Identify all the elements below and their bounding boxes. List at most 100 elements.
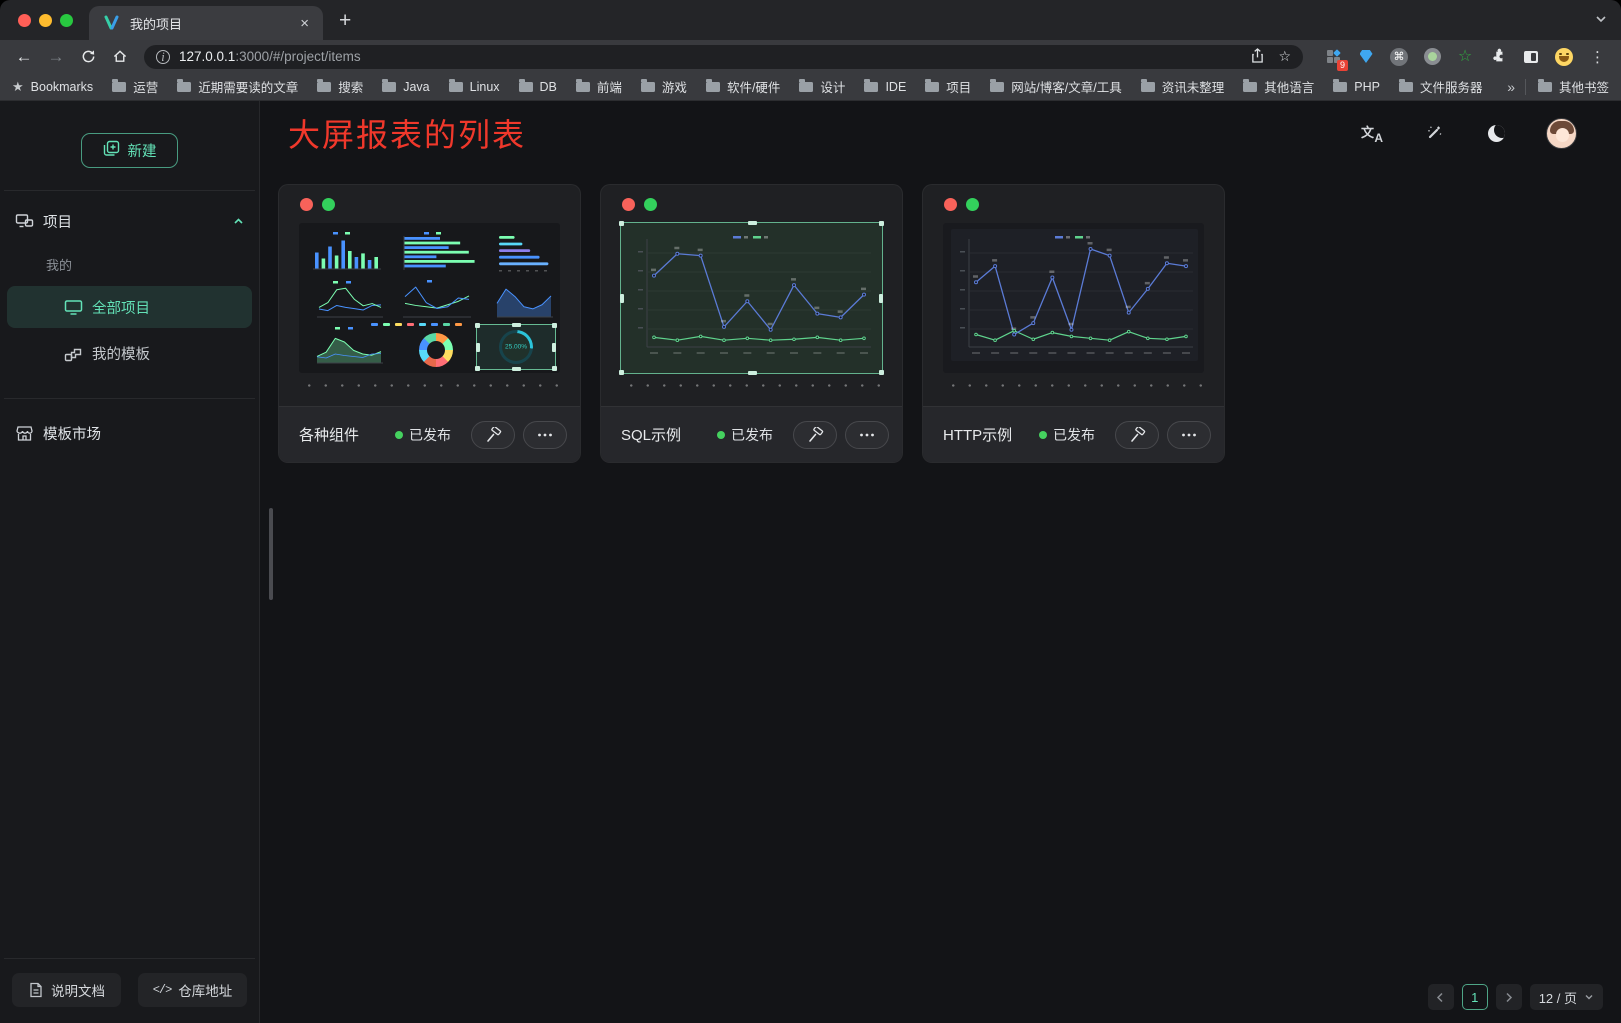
bookmark-folder[interactable]: Linux <box>449 80 500 94</box>
bookmark-folder[interactable]: 软件/硬件 <box>706 77 780 96</box>
extension-command-icon[interactable]: ⌘ <box>1389 47 1409 67</box>
header-actions: 文A <box>1360 118 1577 149</box>
more-actions-button[interactable] <box>1167 421 1211 449</box>
folder-icon <box>799 82 813 92</box>
extension-star-icon[interactable]: ☆ <box>1455 47 1475 67</box>
page-title: 大屏报表的列表 <box>288 110 526 156</box>
selection-handle[interactable] <box>512 367 521 371</box>
share-icon[interactable] <box>1251 48 1264 66</box>
card-window-dots <box>601 185 902 211</box>
bookmark-folder[interactable]: 网站/博客/文章/工具 <box>990 77 1121 96</box>
bookmarks-overflow-icon[interactable]: » <box>1507 79 1515 95</box>
user-avatar[interactable] <box>1546 118 1577 149</box>
selection-handle[interactable] <box>879 370 884 375</box>
language-icon[interactable]: 文A <box>1360 121 1384 145</box>
bookmark-folder[interactable]: 近期需要读的文章 <box>177 77 298 96</box>
extension-grid-icon[interactable]: 9 <box>1323 47 1343 67</box>
more-actions-button[interactable] <box>523 421 567 449</box>
card-title: HTTP示例 <box>943 424 1039 445</box>
bookmark-folder[interactable]: 运营 <box>112 77 158 96</box>
tab-close-icon[interactable]: × <box>296 15 313 32</box>
bookmark-folder[interactable]: 项目 <box>925 77 971 96</box>
bookmarks-root[interactable]: ★ Bookmarks <box>12 79 93 95</box>
site-info-icon[interactable]: i <box>156 50 170 64</box>
repo-button[interactable]: </> 仓库地址 <box>138 973 247 1007</box>
more-actions-button[interactable] <box>845 421 889 449</box>
selection-handle[interactable] <box>748 371 757 375</box>
browser-menu-icon[interactable]: ⋮ <box>1584 48 1611 66</box>
profile-avatar[interactable] <box>1554 47 1574 67</box>
reload-icon[interactable] <box>74 44 102 70</box>
docs-button[interactable]: 说明文档 <box>12 973 121 1007</box>
bookmark-folder[interactable]: DB <box>519 80 557 94</box>
home-icon[interactable] <box>106 44 134 70</box>
bookmark-star-icon[interactable]: ☆ <box>1278 48 1291 65</box>
sidebar-item-all-projects[interactable]: 全部项目 <box>7 286 252 328</box>
edit-project-button[interactable] <box>1115 421 1159 449</box>
minimize-window-button[interactable] <box>39 14 52 27</box>
sidebar-item-my-templates[interactable]: 我的模板 <box>7 332 252 374</box>
bookmark-folder[interactable]: IDE <box>864 80 906 94</box>
selection-handle[interactable] <box>620 294 624 303</box>
project-card[interactable]: HTTP示例 已发布 <box>922 184 1225 463</box>
selection-handle[interactable] <box>619 221 624 226</box>
bookmark-folder[interactable]: 其他语言 <box>1243 77 1314 96</box>
card-preview[interactable] <box>943 223 1204 373</box>
bookmark-folder[interactable]: 搜索 <box>317 77 363 96</box>
forward-icon[interactable]: → <box>42 44 70 70</box>
browser-toolbar: ← → i 127.0.0.1 :3000/#/project/items ☆ … <box>0 40 1621 73</box>
bookmark-folder[interactable]: 文件服务器 <box>1399 77 1483 96</box>
page-size-select[interactable]: 12 / 页 <box>1530 984 1603 1010</box>
sidebar-section-projects[interactable]: 项目 <box>0 199 259 243</box>
tab-search-chevron-icon[interactable] <box>1595 13 1607 25</box>
card-preview[interactable] <box>621 223 882 373</box>
card-preview[interactable]: 25.00% <box>299 223 560 373</box>
address-bar[interactable]: i 127.0.0.1 :3000/#/project/items ☆ <box>144 45 1303 69</box>
zoom-window-button[interactable] <box>60 14 73 27</box>
bookmark-folder[interactable]: 前端 <box>576 77 622 96</box>
bookmark-folder[interactable]: 游戏 <box>641 77 687 96</box>
selection-handle[interactable] <box>552 366 557 371</box>
bookmark-folder-label: 运营 <box>133 77 158 96</box>
hammer-icon <box>1129 427 1146 443</box>
chevron-up-icon[interactable] <box>232 215 245 228</box>
side-panel-icon[interactable] <box>1521 47 1541 67</box>
extensions-puzzle-icon[interactable] <box>1488 47 1508 67</box>
extension-record-icon[interactable] <box>1422 47 1442 67</box>
bookmark-folder[interactable]: 设计 <box>799 77 845 96</box>
selection-handle[interactable] <box>475 323 480 328</box>
close-window-button[interactable] <box>18 14 31 27</box>
bookmark-folder-label: 文件服务器 <box>1420 77 1483 96</box>
extension-gem-icon[interactable] <box>1356 47 1376 67</box>
bookmark-folder[interactable]: 资讯未整理 <box>1141 77 1225 96</box>
selection-handle[interactable] <box>619 370 624 375</box>
magic-wand-icon[interactable] <box>1422 121 1446 145</box>
edit-project-button[interactable] <box>471 421 515 449</box>
other-bookmarks-folder[interactable]: 其他书签 <box>1538 77 1609 96</box>
sidebar-item-template-market[interactable]: 模板市场 <box>0 411 259 455</box>
bookmark-folder[interactable]: Java <box>382 80 429 94</box>
browser-tab[interactable]: 我的项目 × <box>89 6 323 40</box>
selection-handle[interactable] <box>475 366 480 371</box>
scrollbar-thumb[interactable] <box>269 508 273 600</box>
selection-handle[interactable] <box>879 221 884 226</box>
edit-project-button[interactable] <box>793 421 837 449</box>
new-tab-button[interactable]: + <box>339 10 351 31</box>
selection-handle[interactable] <box>552 323 557 328</box>
next-page-button[interactable] <box>1496 984 1522 1010</box>
prev-page-button[interactable] <box>1428 984 1454 1010</box>
selection-handle[interactable] <box>748 221 757 225</box>
project-card[interactable]: SQL示例 已发布 <box>600 184 903 463</box>
dark-mode-moon-icon[interactable] <box>1484 121 1508 145</box>
project-card[interactable]: 25.00% 各种组件 已发布 <box>278 184 581 463</box>
selection-handle[interactable] <box>879 294 883 303</box>
new-project-button[interactable]: 新建 <box>81 133 178 168</box>
current-page-button[interactable]: 1 <box>1462 984 1488 1010</box>
bookmark-folder[interactable]: PHP <box>1333 80 1380 94</box>
back-icon[interactable]: ← <box>10 44 38 70</box>
selection-handle[interactable] <box>512 323 521 327</box>
bookmarks-separator <box>1525 79 1526 95</box>
selection-handle[interactable] <box>476 343 480 352</box>
selection-handle[interactable] <box>552 343 556 352</box>
card-footer: 各种组件 已发布 <box>279 406 580 462</box>
